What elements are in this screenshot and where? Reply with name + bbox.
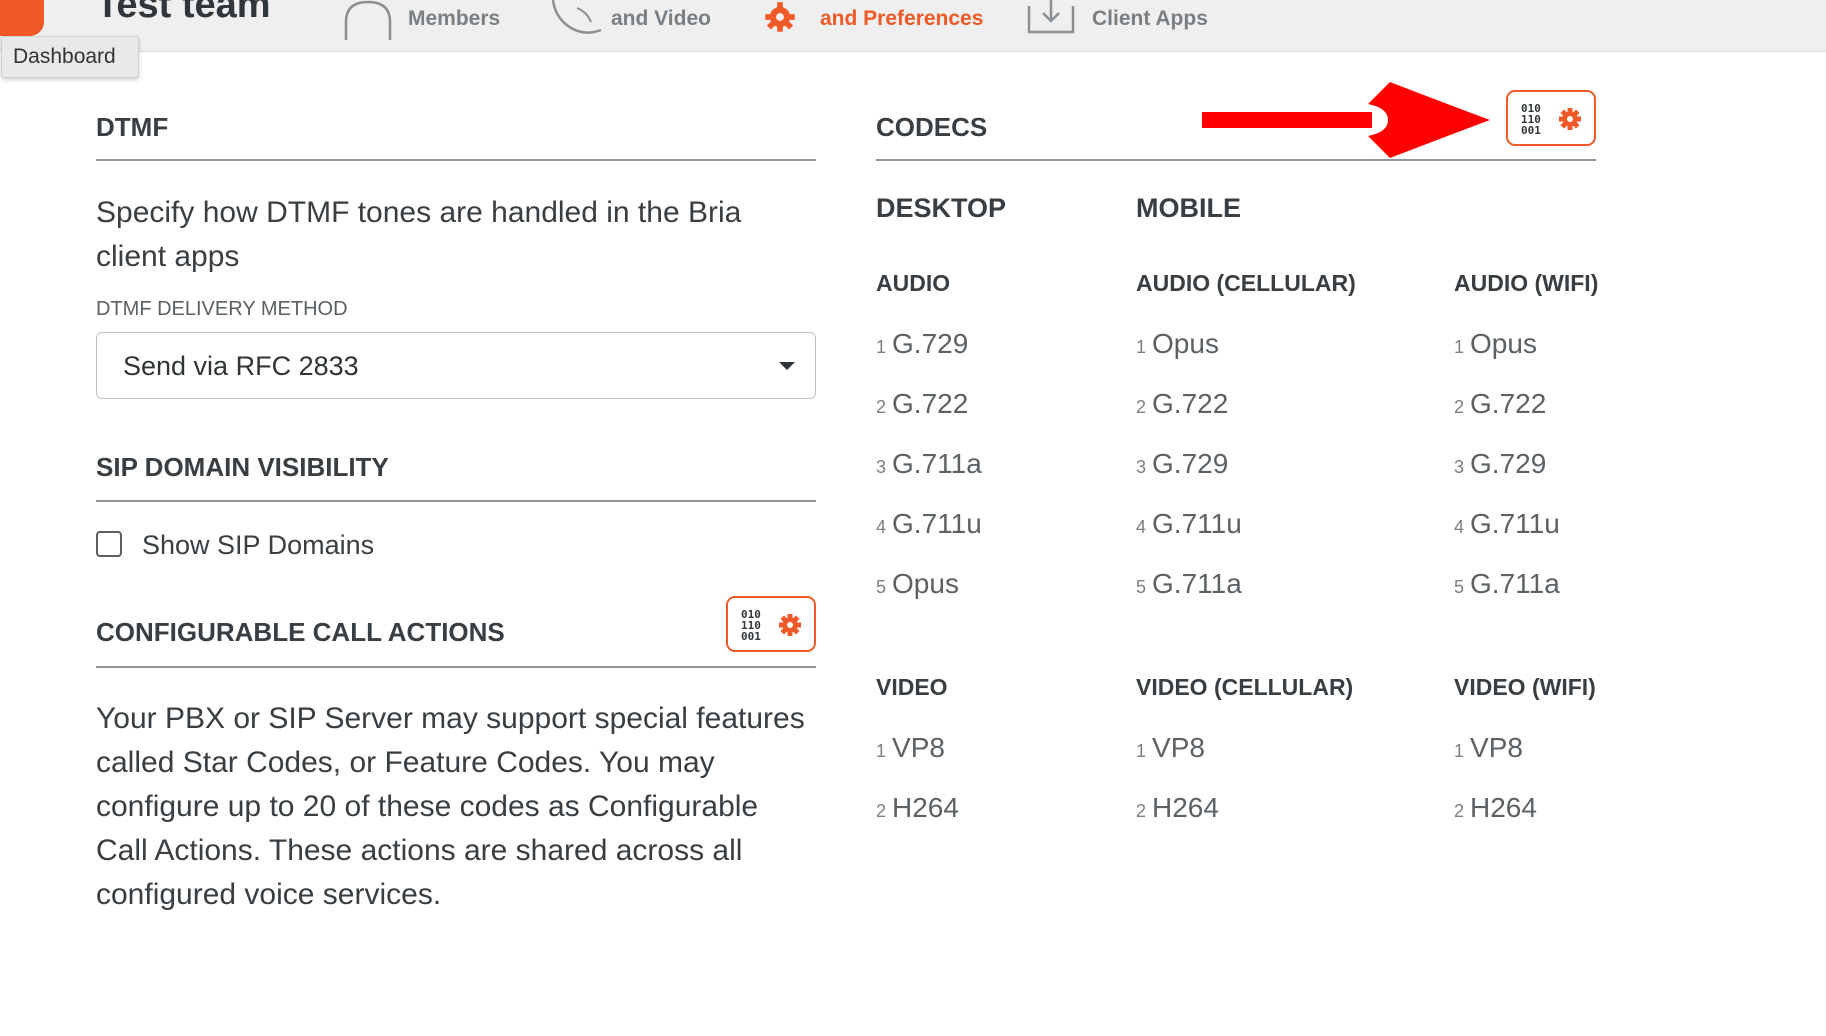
nav-label-voice-video: and Video [611, 7, 711, 30]
dtmf-divider [96, 159, 816, 161]
codec-item: 2 G.722 [1136, 388, 1229, 419]
codec-item: 4 G.711u [1136, 508, 1242, 539]
codec-item: 3 G.729 [1454, 448, 1547, 479]
codec-item: 4 G.711u [876, 508, 982, 539]
nav-client-apps[interactable]: Client Apps [1025, 0, 1225, 52]
binary-line: 001 [1521, 124, 1541, 137]
phone-icon [551, 0, 602, 34]
codec-item: 4 G.711u [1454, 508, 1560, 539]
codec-item: 2 G.722 [876, 388, 969, 419]
cellular-video-heading: VIDEO (CELLULAR) [1136, 674, 1354, 700]
binary-line: 001 [741, 630, 761, 643]
nav-preferences[interactable]: and Preferences [750, 0, 1000, 52]
call-actions-description: Your PBX or SIP Server may support speci… [96, 702, 805, 911]
codec-item: 1 G.729 [876, 328, 969, 359]
wifi-audio-heading: AUDIO (WIFI) [1454, 270, 1599, 296]
codec-item: 1 Opus [1454, 328, 1537, 359]
codecs-divider [876, 159, 1596, 161]
codecs-config-button[interactable]: 010 110 001 [1506, 90, 1596, 146]
show-sip-domains-checkbox[interactable] [96, 531, 122, 557]
nav-members[interactable]: Members [340, 0, 520, 52]
nav-label-members: Members [408, 7, 501, 30]
call-actions-heading: CONFIGURABLE CALL ACTIONS [96, 617, 505, 647]
members-icon [344, 0, 392, 40]
codec-item: 1 VP8 [1454, 732, 1523, 763]
codec-item: 5 Opus [876, 568, 959, 599]
codec-item: 5 G.711a [1136, 568, 1242, 599]
binary-settings-icon: 010 110 001 [741, 609, 761, 642]
nav-label-preferences: and Preferences [820, 7, 984, 30]
gear-icon [779, 614, 801, 636]
codec-item: 3 G.711a [876, 448, 982, 479]
team-title: Test team [96, 0, 271, 26]
dtmf-method-value: Send via RFC 2833 [123, 351, 359, 381]
call-actions-divider [96, 666, 816, 668]
codec-item: 2 H264 [1136, 792, 1219, 823]
codec-item: 1 Opus [1136, 328, 1219, 359]
desktop-audio-heading: AUDIO [876, 270, 951, 296]
codec-item: 2 H264 [876, 792, 959, 823]
codec-item: 1 VP8 [876, 732, 945, 763]
codecs-heading: CODECS [876, 112, 988, 142]
nav-voice-video[interactable]: and Video [545, 0, 735, 52]
gear-icon [1559, 108, 1581, 130]
codec-item: 5 G.711a [1454, 568, 1560, 599]
dtmf-description: Specify how DTMF tones are handled in th… [96, 196, 742, 273]
dashboard-tooltip: Dashboard [1, 36, 139, 78]
top-header: Test team Members and Video and Preferen… [0, 0, 1826, 52]
wifi-video-heading: VIDEO (WIFI) [1454, 674, 1596, 700]
desktop-heading: DESKTOP [876, 193, 1007, 223]
dtmf-method-select[interactable]: Send via RFC 2833 [96, 332, 816, 399]
chevron-down-icon [779, 362, 795, 370]
brand-logo[interactable] [0, 0, 44, 36]
codec-item: 2 G.722 [1454, 388, 1547, 419]
red-arrow-icon [1202, 82, 1490, 158]
codec-item: 2 H264 [1454, 792, 1537, 823]
cellular-audio-heading: AUDIO (CELLULAR) [1136, 270, 1356, 296]
binary-settings-icon: 010 110 001 [1521, 103, 1541, 136]
download-icon [1027, 0, 1075, 34]
dtmf-heading: DTMF [96, 112, 169, 142]
call-actions-config-button[interactable]: 010 110 001 [726, 596, 816, 652]
dtmf-method-label: DTMF DELIVERY METHOD [96, 298, 348, 320]
gear-icon [765, 2, 795, 32]
mobile-heading: MOBILE [1136, 193, 1241, 223]
codec-item: 1 VP8 [1136, 732, 1205, 763]
sip-visibility-heading: SIP DOMAIN VISIBILITY [96, 452, 389, 482]
sip-divider [96, 500, 816, 502]
show-sip-domains-label[interactable]: Show SIP Domains [142, 530, 374, 561]
desktop-video-heading: VIDEO [876, 674, 948, 700]
codec-item: 3 G.729 [1136, 448, 1229, 479]
nav-label-client-apps: Client Apps [1092, 7, 1208, 30]
